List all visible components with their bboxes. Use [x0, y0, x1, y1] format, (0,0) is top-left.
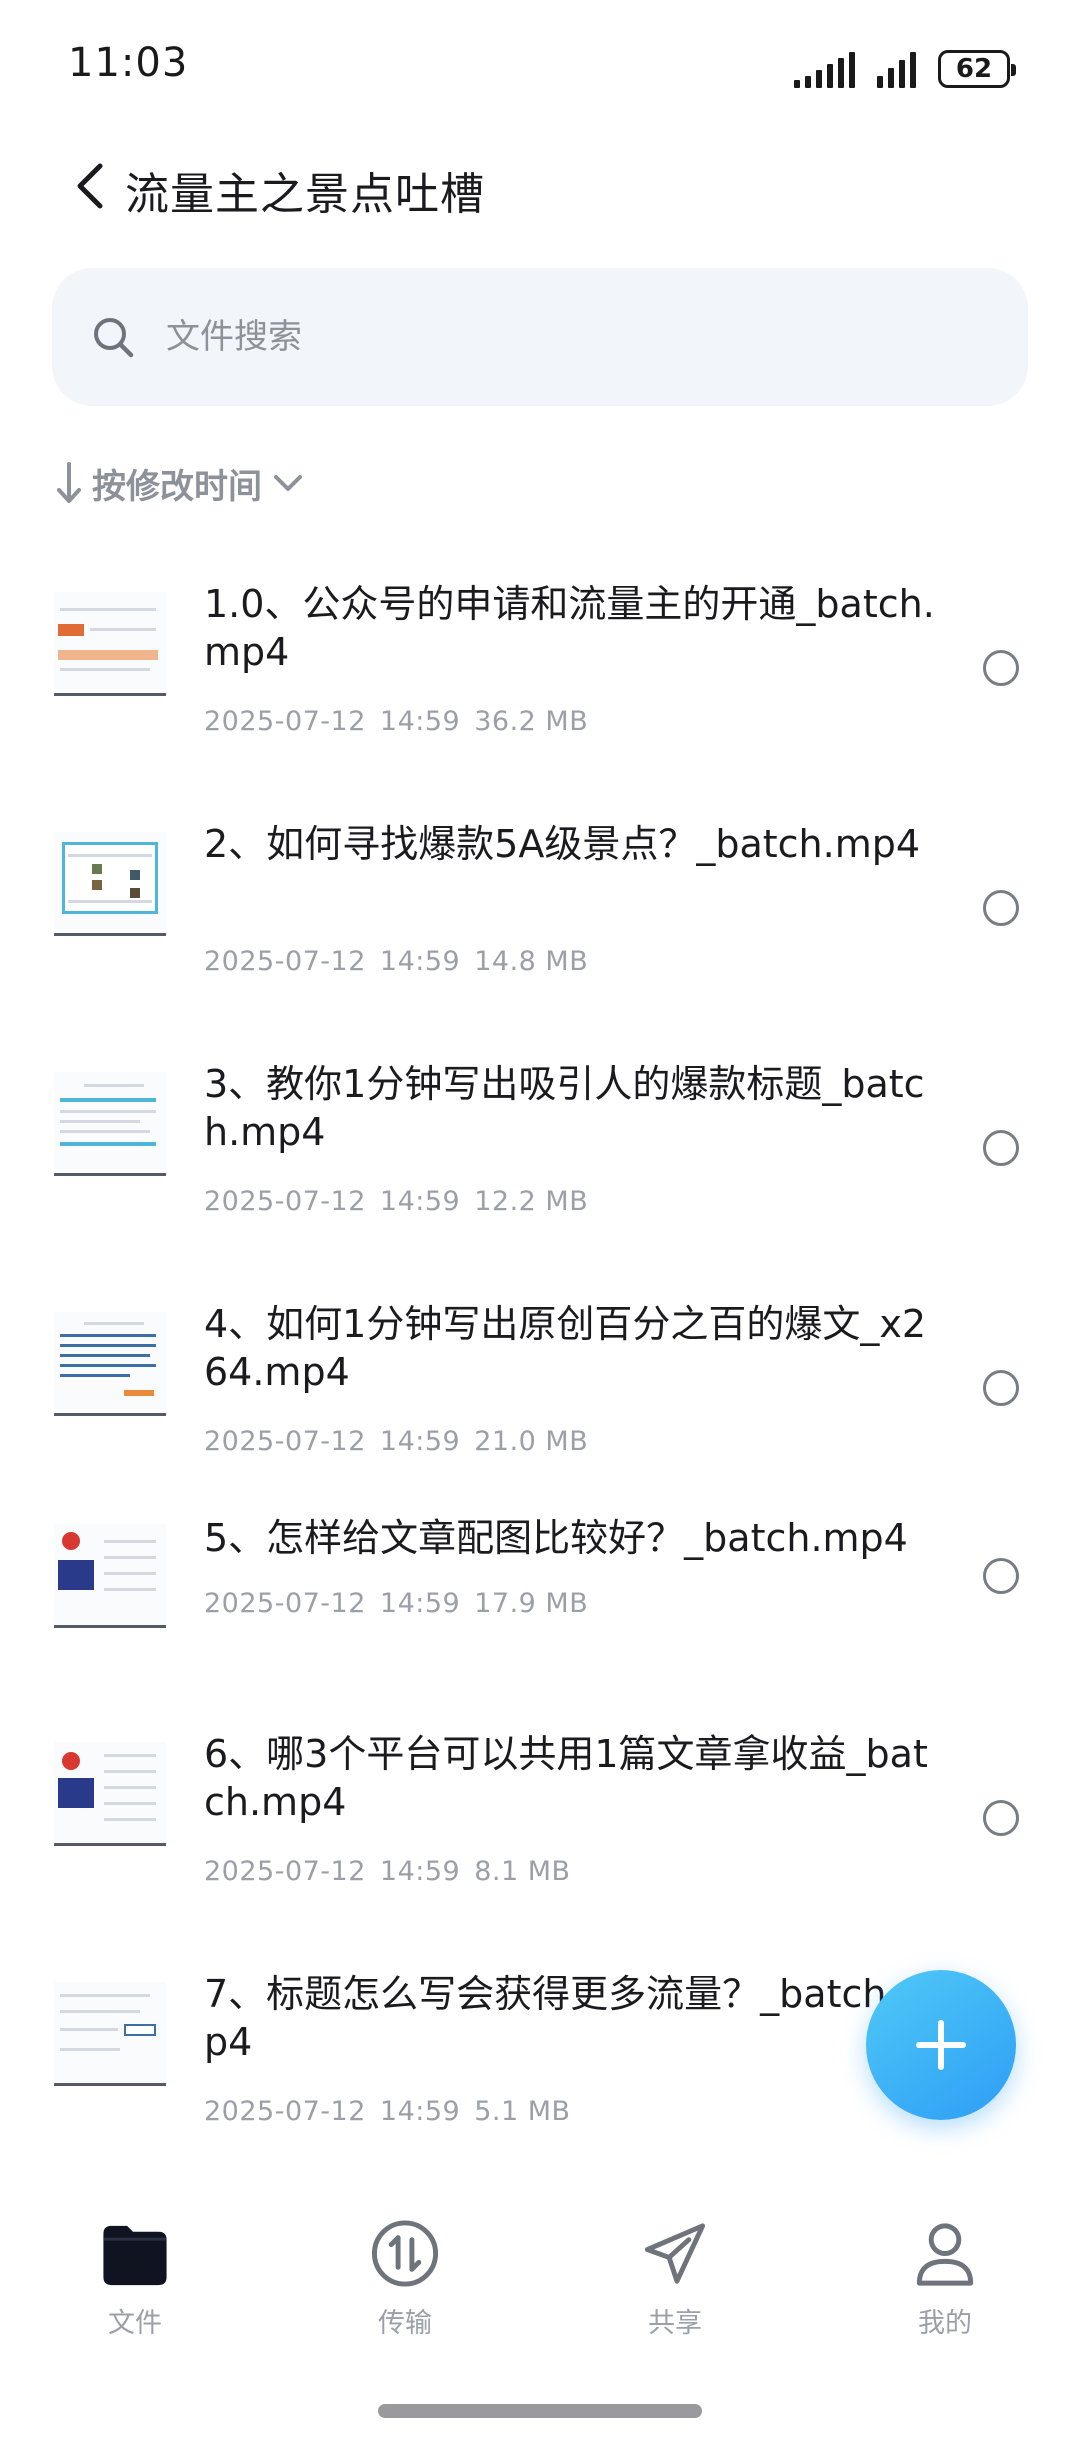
file-meta: 2025-07-12 14:59 12.2 MB — [204, 1186, 588, 1217]
profile-icon — [916, 2223, 974, 2286]
video-thumbnail — [54, 1304, 166, 1428]
nav-item-share[interactable]: 共享 — [575, 2180, 775, 2340]
page-title: 流量主之景点吐槽 — [125, 169, 485, 220]
bottom-nav: 文件 传输 共享 我的 — [0, 2180, 1080, 2360]
file-date: 2025-07-12 — [204, 706, 366, 737]
nav-label-files: 文件 — [108, 2308, 162, 2339]
file-date: 2025-07-12 — [204, 1186, 366, 1217]
file-name: 7、标题怎么写会获得更多流量？_batch.mp4 — [204, 1972, 936, 2064]
select-radio[interactable] — [983, 890, 1019, 926]
video-thumbnail — [54, 1974, 166, 2098]
signal-strength-2-icon — [877, 48, 916, 88]
video-thumbnail — [54, 1064, 166, 1188]
file-date: 2025-07-12 — [204, 946, 366, 977]
transfer-icon — [371, 2220, 439, 2287]
select-radio[interactable] — [983, 1558, 1019, 1594]
file-time: 14:59 — [379, 946, 461, 977]
sort-label: 按修改时间 — [92, 466, 262, 507]
sort-down-arrow-icon — [57, 462, 81, 503]
file-time: 14:59 — [379, 1588, 461, 1619]
folder-icon — [103, 2225, 167, 2286]
header: 流量主之景点吐槽 — [0, 140, 1080, 230]
file-name: 1.0、公众号的申请和流量主的开通_batch.mp4 — [204, 582, 935, 674]
file-meta: 2025-07-12 14:59 17.9 MB — [204, 1588, 588, 1619]
file-name: 3、教你1分钟写出吸引人的爆款标题_batch.mp4 — [204, 1062, 925, 1154]
file-size: 14.8 MB — [474, 946, 589, 977]
video-thumbnail — [54, 584, 166, 708]
home-indicator[interactable] — [378, 2404, 702, 2418]
file-row[interactable]: 4、如何1分钟写出原创百分之百的爆文_x264.mp4 2025-07-12 14… — [0, 1260, 1080, 1500]
file-size: 36.2 MB — [474, 706, 589, 737]
nav-item-transfer[interactable]: 传输 — [305, 2180, 505, 2340]
status-bar: 11:03 62 — [0, 0, 1080, 130]
nav-label-share: 共享 — [648, 2308, 702, 2339]
file-name: 6、哪3个平台可以共用1篇文章拿收益_batch.mp4 — [204, 1732, 928, 1824]
file-name: 5、怎样给文章配图比较好？_batch.mp4 — [204, 1516, 908, 1560]
share-icon — [644, 2223, 706, 2284]
file-row[interactable]: 2、如何寻找爆款5A级景点？_batch.mp4 2025-07-12 14:59… — [0, 780, 1080, 1020]
file-time: 14:59 — [379, 1426, 461, 1457]
signal-strength-1-icon — [794, 48, 855, 88]
nav-label-transfer: 传输 — [378, 2308, 432, 2339]
chevron-down-icon — [274, 475, 302, 491]
file-time: 14:59 — [379, 1186, 461, 1217]
sort-dropdown[interactable]: 按修改时间 — [54, 456, 306, 510]
file-meta: 2025-07-12 14:59 36.2 MB — [204, 706, 588, 737]
file-date: 2025-07-12 — [204, 1426, 366, 1457]
file-row[interactable]: 1.0、公众号的申请和流量主的开通_batch.mp4 2025-07-12 14… — [0, 540, 1080, 780]
file-date: 2025-07-12 — [204, 2096, 366, 2127]
file-name: 2、如何寻找爆款5A级景点？_batch.mp4 — [204, 822, 921, 866]
plus-icon — [916, 2020, 966, 2070]
file-time: 14:59 — [379, 1856, 461, 1887]
battery-icon: 62 — [938, 50, 1016, 88]
file-name: 4、如何1分钟写出原创百分之百的爆文_x264.mp4 — [204, 1302, 927, 1394]
search-bar[interactable] — [52, 268, 1028, 406]
file-meta: 2025-07-12 14:59 8.1 MB — [204, 1856, 571, 1887]
status-time: 11:03 — [68, 40, 189, 86]
nav-label-profile: 我的 — [918, 2308, 972, 2339]
file-date: 2025-07-12 — [204, 1856, 366, 1887]
video-thumbnail — [54, 824, 166, 948]
file-row[interactable]: 6、哪3个平台可以共用1篇文章拿收益_batch.mp4 2025-07-12 1… — [0, 1690, 1080, 1930]
file-time: 14:59 — [379, 2096, 461, 2127]
file-size: 12.2 MB — [474, 1186, 589, 1217]
nav-item-files[interactable]: 文件 — [35, 2180, 235, 2340]
status-icons: 62 — [794, 44, 1016, 88]
add-fab-button[interactable] — [866, 1970, 1016, 2120]
nav-item-profile[interactable]: 我的 — [845, 2180, 1045, 2340]
video-thumbnail — [54, 1734, 166, 1858]
file-meta: 2025-07-12 14:59 5.1 MB — [204, 2096, 571, 2127]
file-size: 17.9 MB — [474, 1588, 589, 1619]
video-thumbnail — [54, 1516, 166, 1640]
search-icon — [94, 318, 134, 358]
file-time: 14:59 — [379, 706, 461, 737]
file-size: 5.1 MB — [474, 2096, 571, 2127]
back-arrow-icon[interactable] — [66, 158, 118, 214]
search-input[interactable] — [166, 317, 926, 357]
file-row[interactable]: 3、教你1分钟写出吸引人的爆款标题_batch.mp4 2025-07-12 14… — [0, 1020, 1080, 1260]
file-date: 2025-07-12 — [204, 1588, 366, 1619]
file-meta: 2025-07-12 14:59 21.0 MB — [204, 1426, 588, 1457]
select-radio[interactable] — [983, 650, 1019, 686]
file-size: 8.1 MB — [474, 1856, 571, 1887]
select-radio[interactable] — [983, 1800, 1019, 1836]
file-size: 21.0 MB — [474, 1426, 589, 1457]
file-meta: 2025-07-12 14:59 14.8 MB — [204, 946, 588, 977]
select-radio[interactable] — [983, 1130, 1019, 1166]
select-radio[interactable] — [983, 1370, 1019, 1406]
battery-level: 62 — [955, 54, 993, 84]
